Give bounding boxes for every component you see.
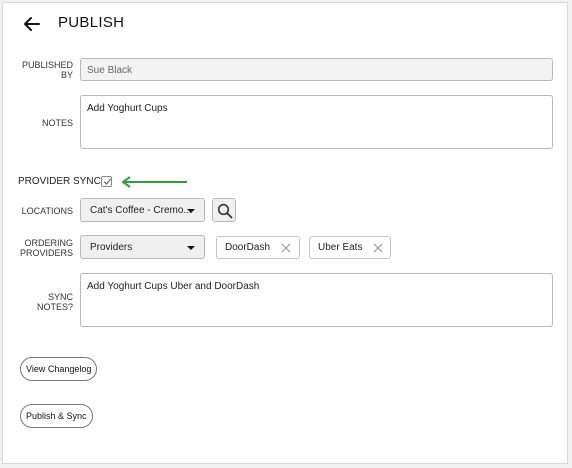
caret-down-icon xyxy=(187,246,195,250)
search-icon xyxy=(217,203,233,219)
notes-textarea[interactable]: Add Yoghurt Cups xyxy=(80,95,553,149)
view-changelog-button[interactable]: View Changelog xyxy=(20,357,98,381)
published-by-field: Sue Black xyxy=(80,58,553,81)
caret-down-icon xyxy=(187,209,195,213)
locations-dropdown[interactable]: Cat's Coffee - Cremo... xyxy=(80,198,205,222)
notes-label: NOTES xyxy=(41,118,73,128)
close-icon[interactable] xyxy=(373,243,383,253)
provider-chip-doordash: DoorDash xyxy=(216,236,300,259)
green-arrow-annotation xyxy=(122,176,187,188)
locations-label: LOCATIONS xyxy=(21,206,73,216)
publish-sync-button[interactable]: Publish & Sync xyxy=(20,404,93,428)
provider-chip-uber-eats: Uber Eats xyxy=(309,236,391,259)
check-icon xyxy=(103,178,112,185)
provider-sync-label: PROVIDER SYNC xyxy=(18,176,101,187)
providers-dropdown[interactable]: Providers xyxy=(80,235,205,259)
chip-label: DoorDash xyxy=(225,242,271,253)
locations-selected: Cat's Coffee - Cremo... xyxy=(90,205,192,216)
notes-value: Add Yoghurt Cups xyxy=(87,103,168,114)
close-icon[interactable] xyxy=(281,243,291,253)
published-by-label: PUBLISHED BY xyxy=(21,60,73,80)
search-button[interactable] xyxy=(212,198,236,222)
arrow-left-icon xyxy=(24,17,40,31)
page-title: PUBLISH xyxy=(58,14,125,31)
ordering-providers-label: ORDERING PROVIDERS xyxy=(20,238,74,258)
sync-notes-label: SYNC NOTES? xyxy=(36,292,73,312)
sync-notes-textarea[interactable]: Add Yoghurt Cups Uber and DoorDash xyxy=(80,273,553,327)
back-button[interactable] xyxy=(22,14,42,34)
providers-selected: Providers xyxy=(90,242,133,253)
published-by-value: Sue Black xyxy=(87,65,133,76)
provider-sync-checkbox[interactable] xyxy=(101,176,112,187)
sync-notes-value: Add Yoghurt Cups Uber and DoorDash xyxy=(87,281,260,292)
chip-label: Uber Eats xyxy=(318,242,363,253)
